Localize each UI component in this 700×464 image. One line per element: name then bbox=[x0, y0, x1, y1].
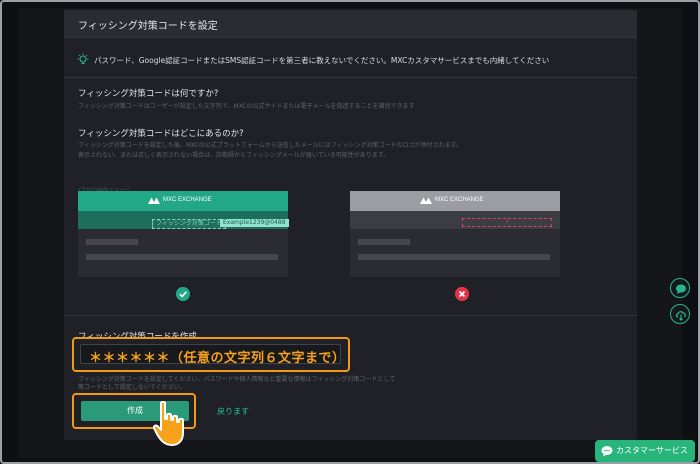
security-notice: パスワード、Google認証コードまたはSMS認証コードを第三者に教えないでくだ… bbox=[64, 50, 637, 70]
cloud-download-icon bbox=[675, 311, 686, 321]
where-heading: フィッシング対策コードはどこにあるのか? bbox=[78, 129, 244, 139]
back-link[interactable]: 戻ります bbox=[217, 406, 249, 417]
anti-phishing-code-label: フィッシング対策コード bbox=[152, 219, 226, 229]
hint-line2: 策コードとして設定しないでください。 bbox=[78, 384, 186, 391]
input-value: ＊＊＊＊＊＊（任意の文字列６文字まで） bbox=[89, 351, 346, 366]
anti-phishing-modal: フィッシング対策コードを設定 パスワード、Google認証コードまたはSMS認証… bbox=[64, 10, 637, 440]
placeholder-line bbox=[86, 254, 278, 260]
phishing-email-example: MXC EXCHANGE ? bbox=[350, 191, 560, 277]
divider bbox=[64, 315, 637, 316]
where-text-line2: 表示されない、または正しく表示されない場合は、詐欺師からフィッシングメールが届い… bbox=[78, 152, 390, 159]
customer-service-button[interactable]: カスタマーサービス bbox=[595, 440, 695, 462]
chat-bubble-icon bbox=[601, 446, 613, 457]
mxc-logo-icon bbox=[148, 197, 160, 204]
missing-code-box: ? bbox=[462, 218, 552, 227]
customer-service-label: カスタマーサービス bbox=[616, 446, 688, 455]
correct-email-example: MXC EXCHANGE フィッシング対策コード Example1239@048… bbox=[78, 191, 289, 277]
logo-text: MXC EXCHANGE bbox=[163, 197, 212, 203]
pointer-cursor-icon bbox=[153, 401, 184, 446]
where-text-line1: フィッシング対策コードを設定した後、MXCの公式プラットフォームから送信したメー… bbox=[78, 142, 463, 149]
placeholder-line bbox=[86, 239, 138, 245]
modal-header: フィッシング対策コードを設定 bbox=[64, 10, 637, 38]
card-header: MXC EXCHANGE bbox=[350, 191, 560, 211]
what-text: フィッシング対策コードはユーザーが設定した文字列で、MXCの公式サイトまたは電子… bbox=[78, 103, 415, 110]
close-icon bbox=[455, 287, 469, 301]
mxc-logo: MXC EXCHANGE bbox=[420, 196, 484, 204]
download-side-button[interactable] bbox=[670, 304, 690, 324]
chat-side-button[interactable] bbox=[670, 278, 690, 298]
what-heading: フィッシング対策コードは何ですか? bbox=[78, 89, 219, 99]
divider bbox=[64, 77, 637, 78]
placeholder-line bbox=[358, 239, 410, 245]
anti-phishing-code-value: Example1239@0488 bbox=[220, 219, 289, 227]
lightbulb-icon bbox=[77, 53, 89, 64]
card-header: MXC EXCHANGE bbox=[78, 191, 288, 211]
check-icon bbox=[176, 287, 190, 301]
mxc-logo: MXC EXCHANGE bbox=[148, 196, 212, 204]
logo-text: MXC EXCHANGE bbox=[435, 197, 484, 203]
notice-text: パスワード、Google認証コードまたはSMS認証コードを第三者に教えないでくだ… bbox=[94, 56, 550, 65]
mxc-logo-icon bbox=[420, 197, 432, 204]
chat-icon bbox=[676, 284, 686, 294]
anti-phishing-code-input[interactable]: ＊＊＊＊＊＊（任意の文字列６文字まで） bbox=[80, 344, 345, 366]
code-input-highlight: ＊＊＊＊＊＊（任意の文字列６文字まで） bbox=[72, 337, 350, 372]
modal-title: フィッシング対策コードを設定 bbox=[78, 21, 218, 32]
placeholder-line bbox=[358, 254, 550, 260]
